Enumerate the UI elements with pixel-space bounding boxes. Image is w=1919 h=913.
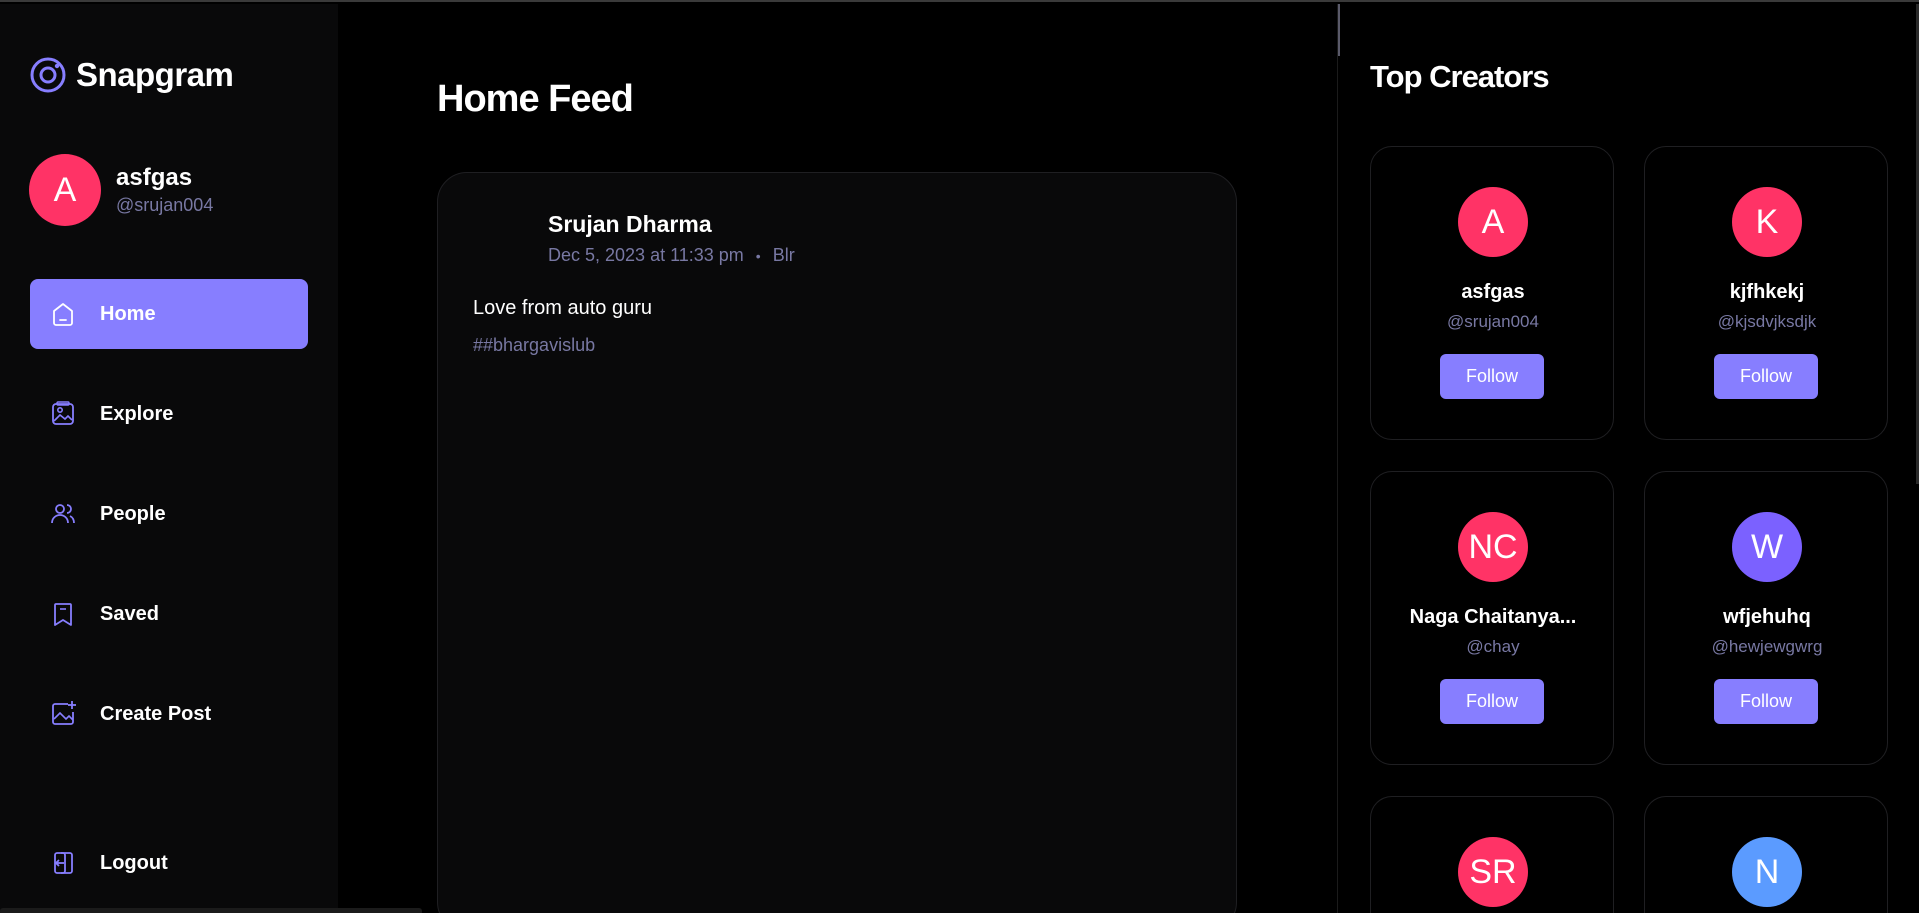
page-title: Home Feed [437,78,634,120]
avatar: SR [1458,837,1528,907]
meta-separator: • [755,247,761,264]
sidebar-item-create-post[interactable]: Create Post [30,679,308,749]
sidebar-item-people[interactable]: People [30,479,308,549]
home-icon [53,303,73,326]
people-icon [51,504,75,524]
sidebar-item-explore[interactable]: Explore [30,379,308,449]
profile-name: asfgas [116,164,193,191]
image-add-icon [52,701,76,725]
follow-button[interactable]: Follow [1714,354,1818,399]
follow-button[interactable]: Follow [1714,679,1818,724]
app-root: Snapgram A asfgas @srujan004 Home Explor… [0,0,1919,913]
creator-card[interactable]: SR [1370,796,1614,913]
creator-card[interactable]: W wfjehuhq @hewjewgwrg Follow [1644,471,1888,765]
sidebar-item-home[interactable]: Home [30,279,308,349]
post-author[interactable]: Srujan Dharma [548,211,712,238]
post-date: Dec 5, 2023 at 11:33 pm [548,245,744,265]
creator-name: kjfhkekj [1729,281,1805,303]
sidebar-item-label: Explore [100,402,174,425]
sidebar-item-label: Create Post [100,702,212,725]
bookmark-icon [54,603,72,626]
creator-handle: @hewjewgwrg [1711,637,1823,656]
creator-card[interactable]: K kjfhkekj @kjsdvjksdjk Follow [1644,146,1888,440]
sidebar-item-label: People [100,502,166,525]
creator-handle: @chay [1466,637,1520,656]
creator-card[interactable]: A asfgas @srujan004 Follow [1370,146,1614,440]
post-meta: Dec 5, 2023 at 11:33 pm • Blr [548,245,795,266]
creator-card[interactable]: NC Naga Chaitanya... @chay Follow [1370,471,1614,765]
app-name: Snapgram [76,56,234,93]
sidebar-nav: Home Explore People Saved Create Post [30,279,308,779]
left-sidebar: Snapgram A asfgas @srujan004 Home Explor… [0,4,338,913]
creator-handle: @kjsdvjksdjk [1717,312,1817,331]
creator-name: Naga Chaitanya... [1409,606,1577,628]
creator-handle: @srujan004 [1447,312,1539,331]
logout-icon [54,852,73,874]
creator-card[interactable]: N [1644,796,1888,913]
post-tag[interactable]: ##bhargavislub [473,335,595,356]
follow-button[interactable]: Follow [1440,354,1544,399]
app-logo[interactable]: Snapgram [29,56,234,94]
post-caption: Love from auto guru [473,297,652,319]
sidebar-item-saved[interactable]: Saved [30,579,308,649]
post-card: Srujan Dharma Dec 5, 2023 at 11:33 pm • … [437,172,1237,913]
avatar: K [1732,187,1802,257]
creator-name: wfjehuhq [1723,606,1811,628]
logout-button[interactable]: Logout [30,828,308,898]
profile-handle: @srujan004 [116,195,214,215]
follow-button[interactable]: Follow [1440,679,1544,724]
logout-label: Logout [100,851,168,874]
top-creators-panel: Top Creators A asfgas @srujan004 Follow … [1337,4,1919,913]
panel-scroll-indicator [1338,4,1340,56]
gallery-icon [52,401,74,425]
main-feed: Home Feed Srujan Dharma Dec 5, 2023 at 1… [338,4,1337,913]
user-profile[interactable]: A asfgas @srujan004 [29,154,213,226]
avatar: A [29,154,101,226]
avatar: NC [1458,512,1528,582]
avatar: A [1458,187,1528,257]
creator-name: asfgas [1461,281,1525,303]
snapgram-logo-icon [30,57,66,93]
avatar: W [1732,512,1802,582]
top-creators-title: Top Creators [1370,59,1550,94]
sidebar-item-label: Saved [100,602,159,625]
post-location: Blr [772,245,795,265]
avatar: N [1732,837,1802,907]
sidebar-item-label: Home [100,302,156,325]
